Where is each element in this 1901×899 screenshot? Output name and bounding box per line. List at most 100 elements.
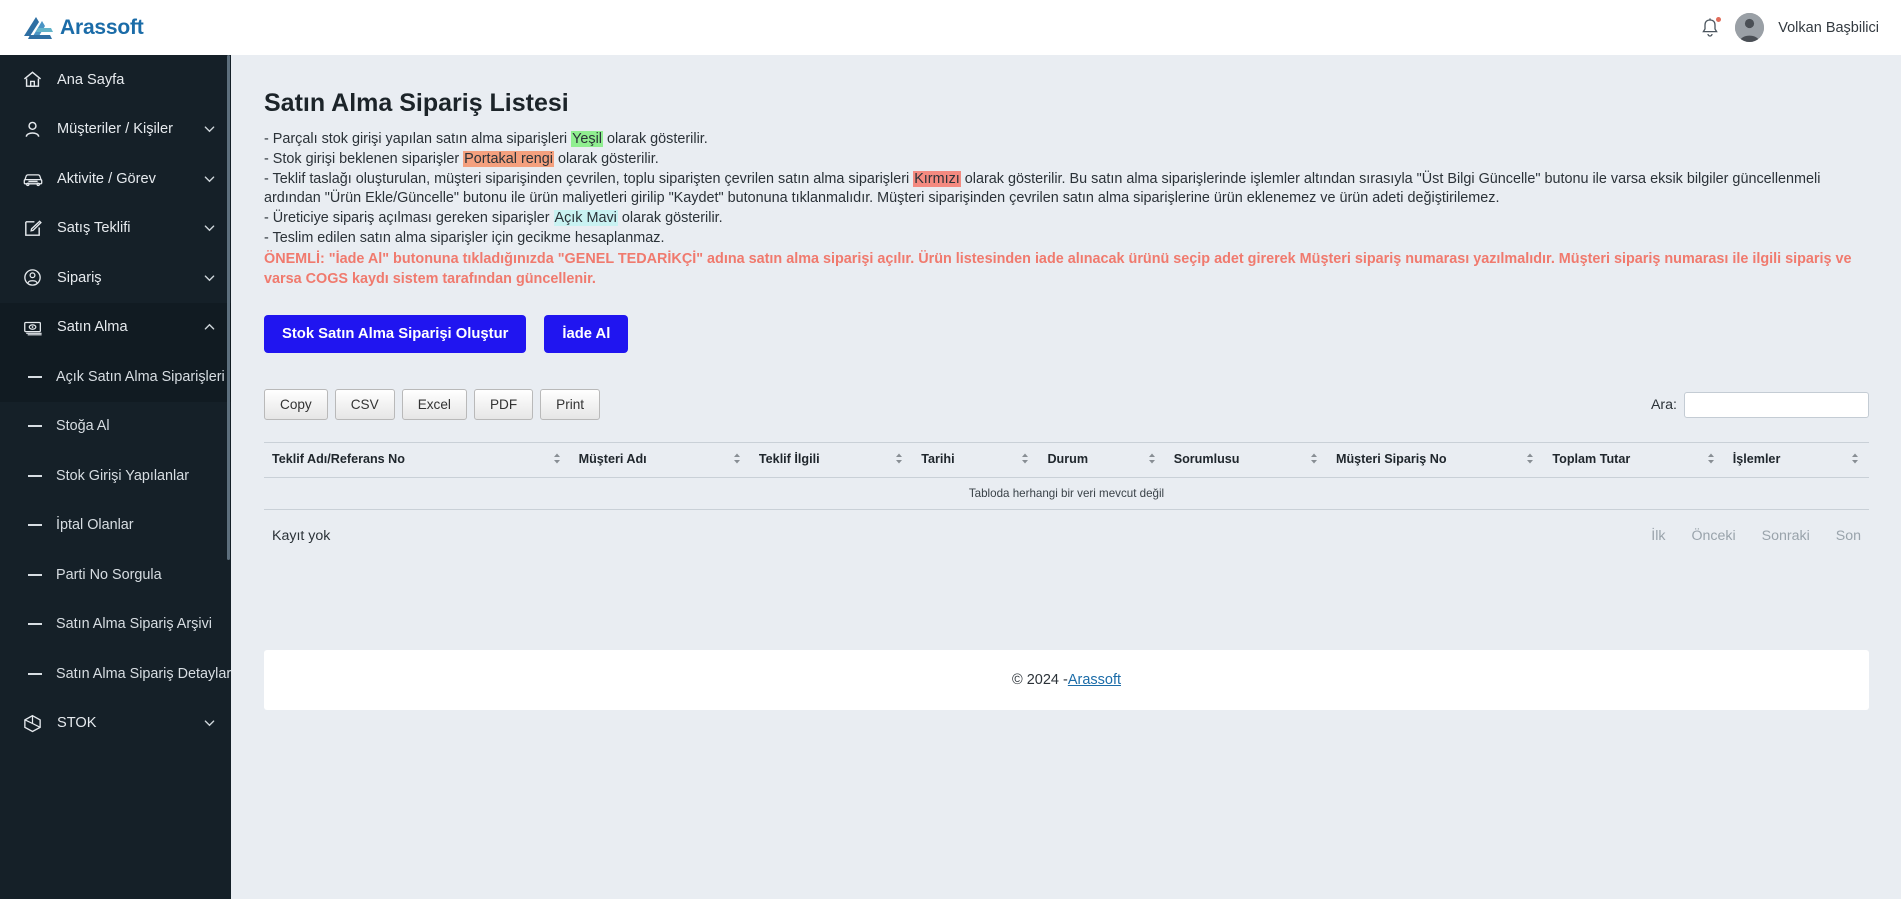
sort-icon — [1526, 453, 1534, 467]
highlight-portakal: Portakal rengi — [463, 150, 554, 167]
pagination-next[interactable]: Sonraki — [1762, 528, 1810, 544]
sidebar-item-label: Ana Sayfa — [57, 71, 125, 88]
top-bar: Arassoft Volkan Başbilici — [0, 0, 1901, 55]
sidebar-item-label: STOK — [57, 715, 97, 732]
sidebar-item-siparis[interactable]: Sipariş — [0, 253, 231, 303]
desc-text: - Teklif taslağı oluşturulan, müşteri si… — [264, 170, 914, 187]
column-musteri-siparis-no[interactable]: Müşteri Sipariş No — [1327, 442, 1545, 479]
pagination-last[interactable]: Son — [1836, 528, 1861, 544]
sidebar-subitem-satin-alma-siparis-arsivi[interactable]: Satın Alma Sipariş Arşivi — [0, 600, 231, 650]
brand-logo-area[interactable]: Arassoft — [0, 15, 144, 41]
highlight-kirmizi: Kırmızı — [913, 170, 961, 187]
pdf-button[interactable]: PDF — [473, 389, 534, 421]
chevron-down-icon — [204, 124, 215, 135]
user-avatar-icon[interactable] — [1735, 13, 1765, 42]
sidebar-subitem-stok-girisi-yapilanlar[interactable]: Stok Girişi Yapılanlar — [0, 451, 231, 501]
highlight-acik-mavi: Açık Mavi — [553, 210, 618, 227]
sidebar-subitem-label: Stok Girişi Yapılanlar — [56, 467, 190, 484]
sidebar-item-aktivite-gorev[interactable]: Aktivite / Görev — [0, 154, 231, 204]
user-circle-icon — [22, 267, 48, 288]
sidebar-subitem-iptal-olanlar[interactable]: İptal Olanlar — [0, 501, 231, 551]
sidebar-subitem-acik-satin-alma-siparisleri[interactable]: Açık Satın Alma Siparişleri — [0, 352, 231, 402]
pagination-previous[interactable]: Önceki — [1691, 528, 1735, 544]
edit-document-icon — [22, 218, 48, 239]
car-icon — [22, 168, 48, 189]
home-icon — [22, 69, 48, 90]
page-title: Satın Alma Sipariş Listesi — [264, 89, 569, 117]
datatable-export-buttons: Copy CSV Excel PDF Print — [264, 389, 601, 421]
cube-icon — [22, 713, 48, 734]
column-teklif-ilgili[interactable]: Teklif İlgili — [750, 442, 914, 479]
main-content: Satın Alma Sipariş Listesi - Parçalı sto… — [231, 55, 1901, 899]
table-empty-row: Tabloda herhangi bir veri mevcut değil — [264, 477, 1869, 511]
column-label: Toplam Tutar — [1552, 452, 1631, 467]
sidebar-subitem-label: Satın Alma Sipariş Detayları — [56, 665, 231, 682]
chevron-up-icon — [204, 322, 215, 333]
sidebar-scrollbar-thumb[interactable] — [227, 55, 230, 560]
column-musteri-adi[interactable]: Müşteri Adı — [570, 442, 751, 479]
column-teklif-adi-referans-no[interactable]: Teklif Adı/Referans No — [264, 442, 571, 479]
column-toplam-tutar[interactable]: Toplam Tutar — [1544, 442, 1725, 479]
sidebar-item-stok[interactable]: STOK — [0, 699, 231, 749]
return-receive-button[interactable]: İade Al — [544, 315, 629, 354]
column-label: Sorumlusu — [1173, 452, 1240, 467]
table-empty-message: Tabloda herhangi bir veri mevcut değil — [264, 477, 1869, 511]
print-button[interactable]: Print — [540, 389, 601, 421]
column-sorumlusu[interactable]: Sorumlusu — [1165, 442, 1328, 479]
desc-text: olarak gösterilir. — [602, 131, 708, 147]
column-label: İşlemler — [1732, 452, 1781, 467]
column-tarihi[interactable]: Tarihi — [913, 442, 1040, 479]
sidebar-subitem-label: Stoğa Al — [56, 418, 110, 435]
sort-icon — [553, 453, 561, 467]
column-label: Müşteri Sipariş No — [1335, 452, 1447, 467]
desc-text: olarak gösterilir. — [617, 210, 723, 227]
sidebar-item-label: Satın Alma — [57, 319, 128, 336]
sidebar-item-satis-teklifi[interactable]: Satış Teklifi — [0, 204, 231, 254]
search-input[interactable] — [1684, 391, 1869, 418]
table-header: Teklif Adı/Referans No Müşteri Adı Tekli… — [264, 442, 1869, 479]
dash-icon — [28, 623, 42, 626]
topbar-right-group: Volkan Başbilici — [1699, 13, 1901, 42]
table-body: Tabloda herhangi bir veri mevcut değil — [264, 477, 1869, 511]
description-line-3: - Teklif taslağı oluşturulan, müşteri si… — [264, 170, 1869, 210]
sidebar-subitem-satin-alma-siparis-detaylari[interactable]: Satın Alma Sipariş Detayları — [0, 649, 231, 699]
dash-icon — [28, 672, 42, 675]
chevron-down-icon — [204, 173, 215, 184]
footer-brand-link[interactable]: Arassoft — [1068, 672, 1121, 688]
sort-icon — [895, 453, 903, 467]
sidebar-item-ana-sayfa[interactable]: Ana Sayfa — [0, 55, 231, 105]
search-label: Ara: — [1650, 396, 1677, 413]
notification-bell-icon[interactable] — [1699, 16, 1722, 40]
footer-copyright: © 2024 - — [1011, 672, 1068, 688]
sidebar-item-label: Satış Teklifi — [57, 220, 131, 237]
dash-icon — [28, 375, 42, 378]
sort-icon — [1310, 453, 1318, 467]
sidebar-item-musteriler-kisiler[interactable]: Müşteriler / Kişiler — [0, 105, 231, 155]
description-line-4: - Üreticiye sipariş açılması gereken sip… — [264, 209, 1869, 229]
description-line-5: - Teslim edilen satın alma siparişler iç… — [264, 229, 665, 246]
column-islemler[interactable]: İşlemler — [1724, 442, 1869, 479]
pagination-first[interactable]: İlk — [1651, 528, 1665, 544]
highlight-yesil: Yeşil — [571, 131, 603, 147]
sidebar-subitem-label: Satın Alma Sipariş Arşivi — [56, 616, 212, 633]
sort-icon — [733, 453, 741, 467]
sidebar-subitem-label: Açık Satın Alma Siparişleri — [56, 368, 225, 385]
chevron-down-icon — [204, 718, 215, 729]
description-line-2: - Stok girişi beklenen siparişler Portak… — [264, 150, 1869, 170]
sidebar-subitem-stoga-al[interactable]: Stoğa Al — [0, 402, 231, 452]
table-header-row: Teklif Adı/Referans No Müşteri Adı Tekli… — [264, 442, 1869, 479]
dash-icon — [28, 524, 42, 527]
datatable-toolbar: Copy CSV Excel PDF Print Ara: — [264, 389, 1869, 421]
page-description: - Parçalı stok girişi yapılan satın alma… — [264, 130, 1869, 249]
chevron-down-icon — [204, 272, 215, 283]
csv-button[interactable]: CSV — [334, 389, 395, 421]
create-stock-purchase-order-button[interactable]: Stok Satın Alma Siparişi Oluştur — [264, 315, 527, 354]
dash-icon — [28, 425, 42, 428]
sidebar-subitem-label: İptal Olanlar — [56, 517, 134, 534]
copy-button[interactable]: Copy — [264, 389, 328, 421]
excel-button[interactable]: Excel — [401, 389, 467, 421]
sidebar-subitem-parti-no-sorgula[interactable]: Parti No Sorgula — [0, 550, 231, 600]
sort-icon — [1148, 453, 1156, 467]
sidebar-item-satin-alma[interactable]: Satın Alma — [0, 302, 231, 352]
column-durum[interactable]: Durum — [1039, 442, 1166, 479]
